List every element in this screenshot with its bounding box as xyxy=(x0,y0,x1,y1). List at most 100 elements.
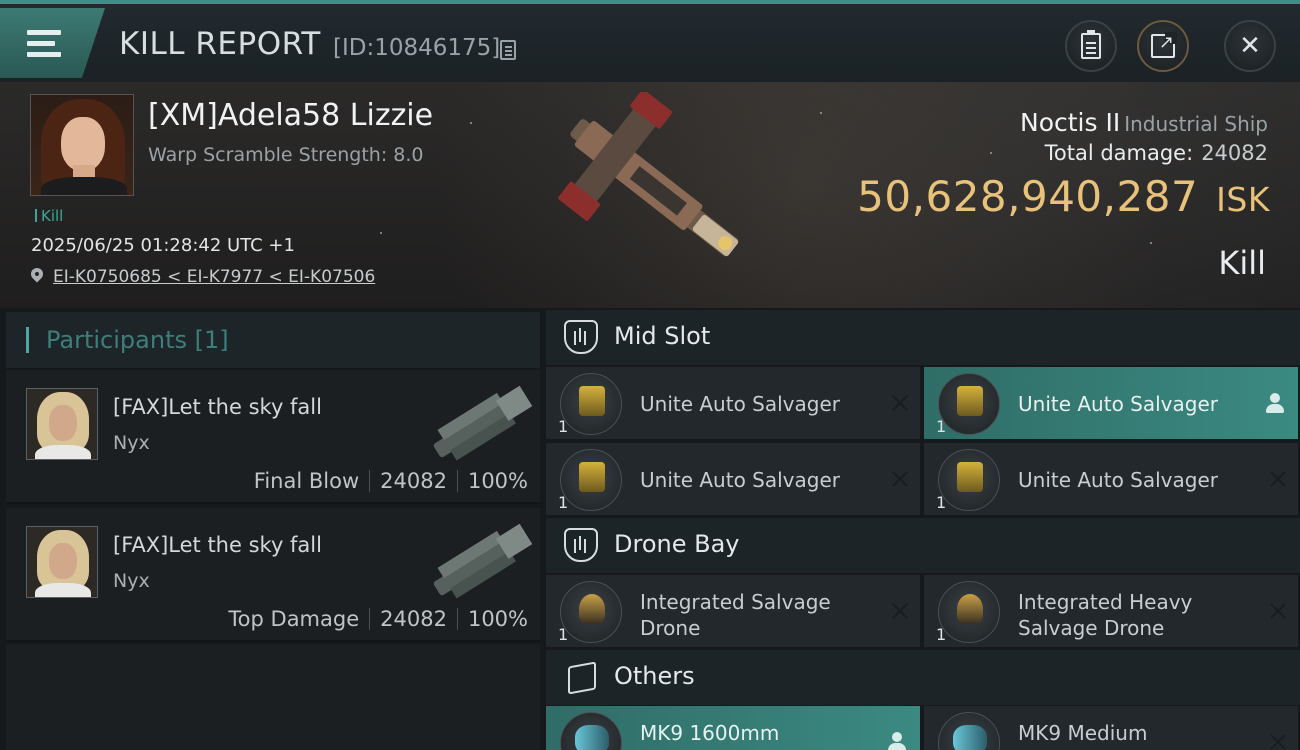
tab-indicator xyxy=(26,327,29,353)
fitting-item[interactable]: 1 Unite Auto Salvager xyxy=(546,367,920,439)
ship-name-text: Noctis II xyxy=(1020,108,1121,137)
cargo-box-icon xyxy=(564,660,598,694)
page-title: KILL REPORT xyxy=(119,26,321,62)
result-label: Kill xyxy=(1218,244,1266,282)
total-damage-value: 24082 xyxy=(1201,141,1268,165)
participants-tab[interactable]: Participants [1] xyxy=(6,312,540,368)
item-name: MK9 1600mm xyxy=(640,721,780,745)
item-name: Unite Auto Salvager xyxy=(640,392,840,416)
fitting-item[interactable]: MK9 1600mm xyxy=(546,706,920,750)
destroyed-icon xyxy=(1268,601,1288,621)
share-button[interactable]: ↗ xyxy=(1137,20,1189,72)
fitting-item[interactable]: 1 Unite Auto Salvager xyxy=(924,367,1298,439)
close-icon: ✕ xyxy=(1239,31,1261,61)
participant-avatar[interactable] xyxy=(26,388,98,460)
destroyed-icon xyxy=(1268,469,1288,489)
location-pin-icon xyxy=(31,268,43,284)
menu-icon xyxy=(27,30,61,35)
warp-scramble-strength: Warp Scramble Strength: 8.0 xyxy=(148,144,424,166)
isk-unit: ISK xyxy=(1216,180,1270,219)
participant-damage: 24082 xyxy=(380,469,447,493)
participant-name: [FAX]Let the sky fall xyxy=(113,533,322,557)
participant-percent: 100% xyxy=(467,469,528,493)
destroyed-icon xyxy=(1268,732,1288,750)
participant-damage: 24082 xyxy=(380,607,447,631)
item-quantity: 1 xyxy=(936,417,947,436)
participant-ship-image xyxy=(433,385,533,461)
item-name: MK9 Medium xyxy=(1018,721,1148,745)
heavy-salvage-drone-icon xyxy=(938,581,1000,643)
participant-role: Final Blow xyxy=(253,469,360,493)
total-damage-label: Total damage: xyxy=(1044,141,1194,165)
participant-card[interactable]: [FAX]Let the sky fall Nyx Top Damage 2408… xyxy=(6,508,540,642)
auto-salvager-icon xyxy=(938,449,1000,511)
location-text[interactable]: EI-K0750685 < EI-K7977 < EI-K07506 xyxy=(53,267,375,287)
participant-ship: Nyx xyxy=(113,570,150,592)
destroyed-icon xyxy=(890,393,910,413)
isk-value: 50,628,940,287 ISK xyxy=(857,172,1270,221)
fitting-item[interactable]: MK9 Medium xyxy=(924,706,1298,750)
close-button[interactable]: ✕ xyxy=(1224,20,1276,72)
report-id: [ID:10846175] xyxy=(333,35,501,61)
victim-ship-name[interactable]: Noctis II Industrial Ship xyxy=(1020,108,1268,137)
item-name: Unite Auto Salvager xyxy=(1018,392,1218,416)
section-title: Drone Bay xyxy=(614,530,740,558)
item-quantity: 1 xyxy=(558,493,569,512)
section-drone-bay: Drone Bay xyxy=(546,518,1300,573)
section-title: Mid Slot xyxy=(614,322,711,350)
auto-salvager-icon xyxy=(938,373,1000,435)
fitting-item[interactable]: 1 Unite Auto Salvager xyxy=(546,443,920,515)
participant-ship-image xyxy=(433,523,533,599)
section-title: Others xyxy=(614,662,695,690)
armor-plate-icon xyxy=(560,712,622,750)
mid-slot-icon xyxy=(564,320,598,354)
drone-bay-icon xyxy=(564,528,598,562)
copy-icon[interactable] xyxy=(500,40,516,60)
item-quantity: 1 xyxy=(558,417,569,436)
participants-title: Participants [1] xyxy=(46,326,229,354)
dropped-user-icon xyxy=(888,732,906,750)
item-quantity: 1 xyxy=(936,493,947,512)
participant-avatar[interactable] xyxy=(26,526,98,598)
location-link[interactable]: EI-K0750685 < EI-K7977 < EI-K07506 xyxy=(31,267,375,287)
participant-stats: Top Damage 24082 100% xyxy=(228,607,528,631)
item-name: Integrated Salvage Drone xyxy=(640,590,831,640)
participant-percent: 100% xyxy=(467,607,528,631)
menu-icon-line xyxy=(27,41,55,46)
fitting-item[interactable]: 1 Unite Auto Salvager xyxy=(924,443,1298,515)
fitting-item[interactable]: 1 Integrated Heavy Salvage Drone xyxy=(924,575,1298,647)
fitting-item[interactable]: 1 Integrated Salvage Drone xyxy=(546,575,920,647)
destroyed-icon xyxy=(890,469,910,489)
item-quantity: 1 xyxy=(936,625,947,644)
participant-stats: Final Blow 24082 100% xyxy=(254,469,528,493)
ship-class: Industrial Ship xyxy=(1124,112,1268,136)
share-icon: ↗ xyxy=(1151,32,1177,58)
menu-button[interactable] xyxy=(0,8,105,78)
auto-salvager-icon xyxy=(560,449,622,511)
item-name: Unite Auto Salvager xyxy=(1018,468,1218,492)
item-name: Integrated Heavy Salvage Drone xyxy=(1018,590,1193,640)
item-quantity: 1 xyxy=(558,625,569,644)
clipboard-button[interactable] xyxy=(1065,20,1117,72)
participant-role: Top Damage xyxy=(228,607,360,631)
participants-empty-area xyxy=(6,644,540,750)
victim-name[interactable]: [XM]Adela58 Lizzie xyxy=(148,98,433,133)
salvage-drone-icon xyxy=(560,581,622,643)
isk-amount: 50,628,940,287 xyxy=(857,172,1199,221)
dropped-user-icon xyxy=(1266,393,1284,415)
kill-tag: Kill xyxy=(35,207,63,225)
participant-card[interactable]: [FAX]Let the sky fall Nyx Final Blow 2408… xyxy=(6,370,540,504)
kill-timestamp: 2025/06/25 01:28:42 UTC +1 xyxy=(31,235,295,256)
menu-icon-line xyxy=(27,52,61,57)
medium-module-icon xyxy=(938,712,1000,750)
auto-salvager-icon xyxy=(560,373,622,435)
clipboard-icon xyxy=(1081,30,1101,59)
victim-avatar[interactable] xyxy=(30,94,134,196)
item-name: Unite Auto Salvager xyxy=(640,468,840,492)
section-mid-slot: Mid Slot xyxy=(546,310,1300,365)
victim-ship-image xyxy=(558,92,739,257)
destroyed-icon xyxy=(890,601,910,621)
participant-name: [FAX]Let the sky fall xyxy=(113,395,322,419)
total-damage: Total damage: 24082 xyxy=(1045,141,1268,165)
participant-ship: Nyx xyxy=(113,432,150,454)
